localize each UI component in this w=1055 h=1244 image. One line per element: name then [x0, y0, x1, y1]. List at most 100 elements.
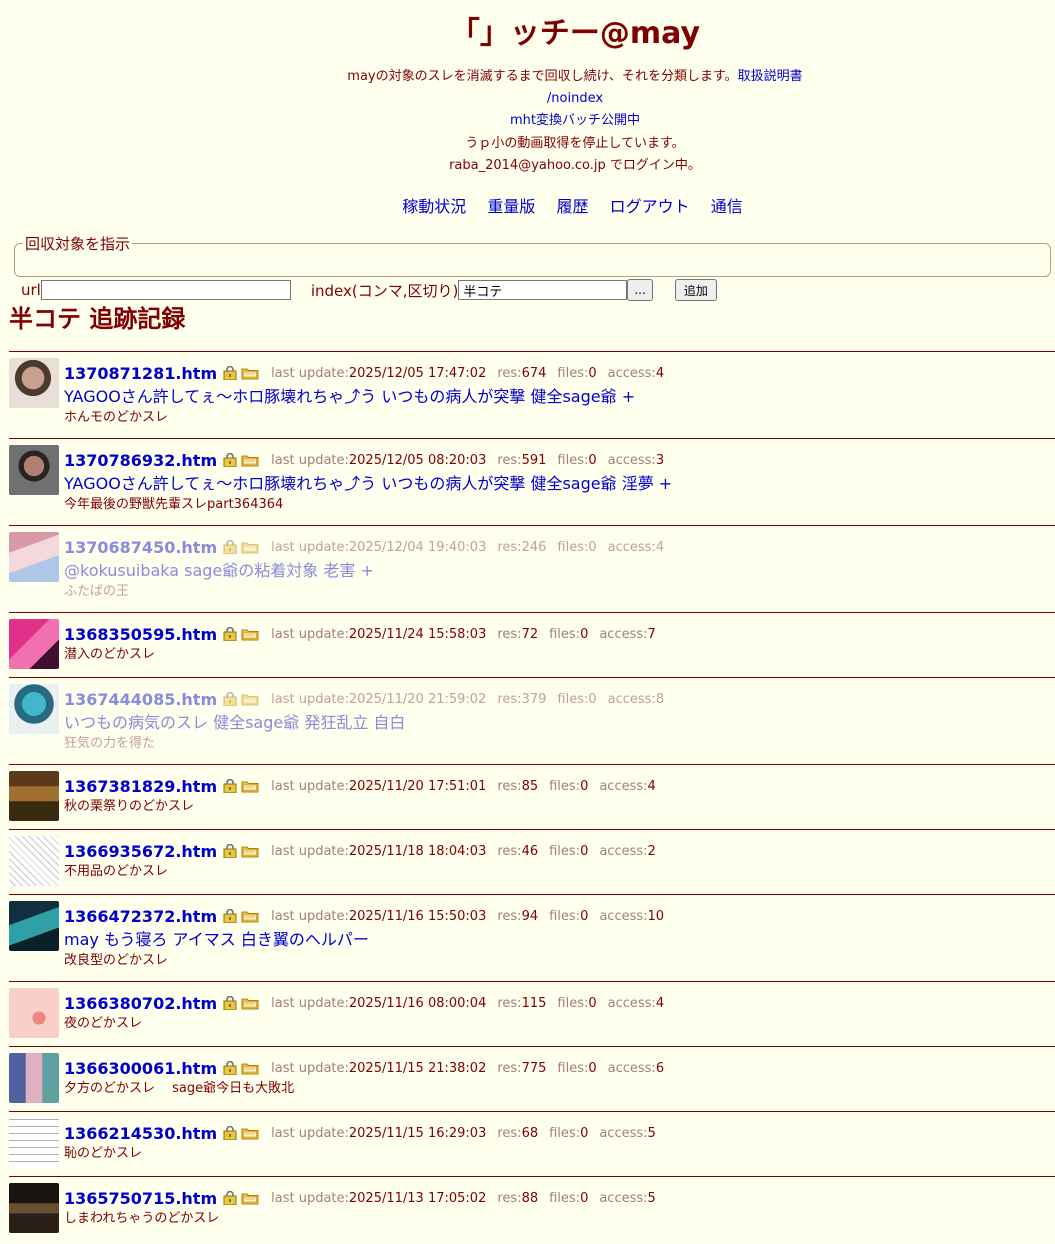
nav-logout[interactable]: ログアウト: [610, 197, 690, 216]
folder-icon[interactable]: [241, 909, 259, 923]
index-input[interactable]: [458, 280, 628, 300]
folder-icon[interactable]: [241, 1126, 259, 1140]
thread-thumbnail[interactable]: [9, 771, 59, 821]
folder-icon[interactable]: [241, 844, 259, 858]
folder-icon[interactable]: [241, 1061, 259, 1075]
last-update-value: 2025/11/16 08:00:04: [348, 995, 487, 1011]
thread-file-link[interactable]: 1370871281.htm: [64, 364, 217, 383]
lock-icon[interactable]: [223, 692, 237, 706]
thread-thumbnail[interactable]: [9, 1118, 59, 1168]
thread-thumbnail[interactable]: [9, 988, 59, 1038]
manual-link[interactable]: 取扱説明書: [738, 69, 803, 84]
folder-icon[interactable]: [241, 779, 259, 793]
thread-row: 1370871281.htm last update:2025/12/05 17:…: [9, 351, 1055, 438]
thread-thumbnail[interactable]: [9, 836, 59, 886]
lock-icon[interactable]: [223, 1061, 237, 1075]
lock-icon[interactable]: [223, 996, 237, 1010]
files-label: files:: [549, 626, 581, 642]
thread-meta: last update:2025/11/15 16:29:03 res:68 fil…: [271, 1126, 656, 1141]
thread-file-link[interactable]: 1366214530.htm: [64, 1124, 217, 1143]
thread-file-link[interactable]: 1367444085.htm: [64, 690, 217, 709]
files-value: 0: [580, 1125, 589, 1141]
access-label: access:: [599, 778, 648, 794]
files-value: 0: [580, 626, 589, 642]
lock-icon[interactable]: [223, 366, 237, 380]
thread-file-link[interactable]: 1368350595.htm: [64, 625, 217, 644]
thread-thumbnail[interactable]: [9, 684, 59, 734]
lock-icon[interactable]: [223, 844, 237, 858]
last-update-label: last update:: [271, 995, 349, 1011]
thread-row: 1366935672.htm last update:2025/11/18 18:…: [9, 829, 1055, 894]
last-update-value: 2025/11/16 15:50:03: [348, 908, 487, 924]
thread-description: 夕方のどかスレ sage爺今日も大敗北: [64, 1081, 295, 1096]
folder-icon[interactable]: [241, 540, 259, 554]
thread-file-link[interactable]: 1367381829.htm: [64, 777, 217, 796]
files-value: 0: [588, 452, 597, 468]
nav-heavy-version[interactable]: 重量版: [487, 197, 535, 216]
thread-file-link[interactable]: 1366472372.htm: [64, 907, 217, 926]
thread-thumbnail[interactable]: [9, 445, 59, 495]
thread-file-link[interactable]: 1370687450.htm: [64, 538, 217, 557]
last-update-value: 2025/11/20 17:51:01: [348, 778, 487, 794]
thread-file-link[interactable]: 1366935672.htm: [64, 842, 217, 861]
noindex-link[interactable]: /noindex: [547, 91, 603, 106]
folder-icon[interactable]: [241, 366, 259, 380]
thread-tags[interactable]: may もう寝ろ アイマス 白き翼のヘルパー: [64, 930, 369, 949]
folder-icon[interactable]: [241, 627, 259, 641]
files-value: 0: [588, 365, 597, 381]
lock-icon[interactable]: [223, 627, 237, 641]
thread-thumbnail[interactable]: [9, 619, 59, 669]
res-label: res:: [497, 365, 522, 381]
thread-file-link[interactable]: 1365750715.htm: [64, 1189, 217, 1208]
thread-row: 1367381829.htm last update:2025/11/20 17:…: [9, 764, 1055, 829]
thread-description: 恥のどかスレ: [64, 1146, 143, 1161]
folder-icon[interactable]: [241, 692, 259, 706]
res-value: 379: [521, 691, 547, 707]
thread-thumbnail[interactable]: [9, 1053, 59, 1103]
thread-row: 1366214530.htm last update:2025/11/15 16:…: [9, 1111, 1055, 1176]
res-value: 72: [521, 626, 539, 642]
browse-index-button[interactable]: ...: [627, 279, 653, 301]
thread-tags[interactable]: @kokusuibaka sage爺の粘着対象 老害 +: [64, 561, 374, 580]
lock-icon[interactable]: [223, 779, 237, 793]
main-nav: 稼動状況 重量版 履歴 ログアウト 通信: [0, 193, 1055, 217]
res-value: 115: [521, 995, 547, 1011]
thread-thumbnail[interactable]: [9, 901, 59, 951]
files-label: files:: [549, 843, 581, 859]
res-label: res:: [497, 1190, 522, 1206]
thread-row: 1366300061.htm last update:2025/11/15 21:…: [9, 1046, 1055, 1111]
thread-thumbnail[interactable]: [9, 532, 59, 582]
res-value: 88: [521, 1190, 539, 1206]
thread-row: 1366380702.htm last update:2025/11/16 08:…: [9, 981, 1055, 1046]
folder-icon[interactable]: [241, 1191, 259, 1205]
files-label: files:: [549, 1125, 581, 1141]
res-label: res:: [497, 778, 522, 794]
lock-icon[interactable]: [223, 540, 237, 554]
nav-communication[interactable]: 通信: [711, 197, 743, 216]
thread-file-link[interactable]: 1370786932.htm: [64, 451, 217, 470]
thread-thumbnail[interactable]: [9, 1183, 59, 1233]
url-label: url: [21, 281, 41, 299]
lock-icon[interactable]: [223, 1126, 237, 1140]
add-button[interactable]: 追加: [674, 279, 717, 301]
files-label: files:: [557, 1060, 589, 1076]
access-label: access:: [599, 843, 648, 859]
thread-file-link[interactable]: 1366380702.htm: [64, 994, 217, 1013]
thread-tags[interactable]: いつもの病気のスレ 健全sage爺 発狂乱立 自白: [64, 713, 405, 732]
nav-history[interactable]: 履歴: [556, 197, 588, 216]
folder-icon[interactable]: [241, 453, 259, 467]
lock-icon[interactable]: [223, 453, 237, 467]
thread-file-link[interactable]: 1366300061.htm: [64, 1059, 217, 1078]
thread-description: 改良型のどかスレ: [64, 953, 169, 968]
thread-tags[interactable]: YAGOOさん許してぇ～ホロ豚壊れちゃ⤴う いつもの病人が突撃 健全sage爺 …: [64, 474, 672, 493]
access-label: access:: [599, 908, 648, 924]
nav-status[interactable]: 稼動状況: [402, 197, 466, 216]
res-label: res:: [497, 995, 522, 1011]
lock-icon[interactable]: [223, 1191, 237, 1205]
mht-batch-link[interactable]: mht変換バッチ公開中: [510, 113, 640, 128]
thread-thumbnail[interactable]: [9, 358, 59, 408]
folder-icon[interactable]: [241, 996, 259, 1010]
lock-icon[interactable]: [223, 909, 237, 923]
thread-tags[interactable]: YAGOOさん許してぇ～ホロ豚壊れちゃ⤴う いつもの病人が突撃 健全sage爺 …: [64, 387, 635, 406]
url-input[interactable]: [40, 280, 291, 300]
